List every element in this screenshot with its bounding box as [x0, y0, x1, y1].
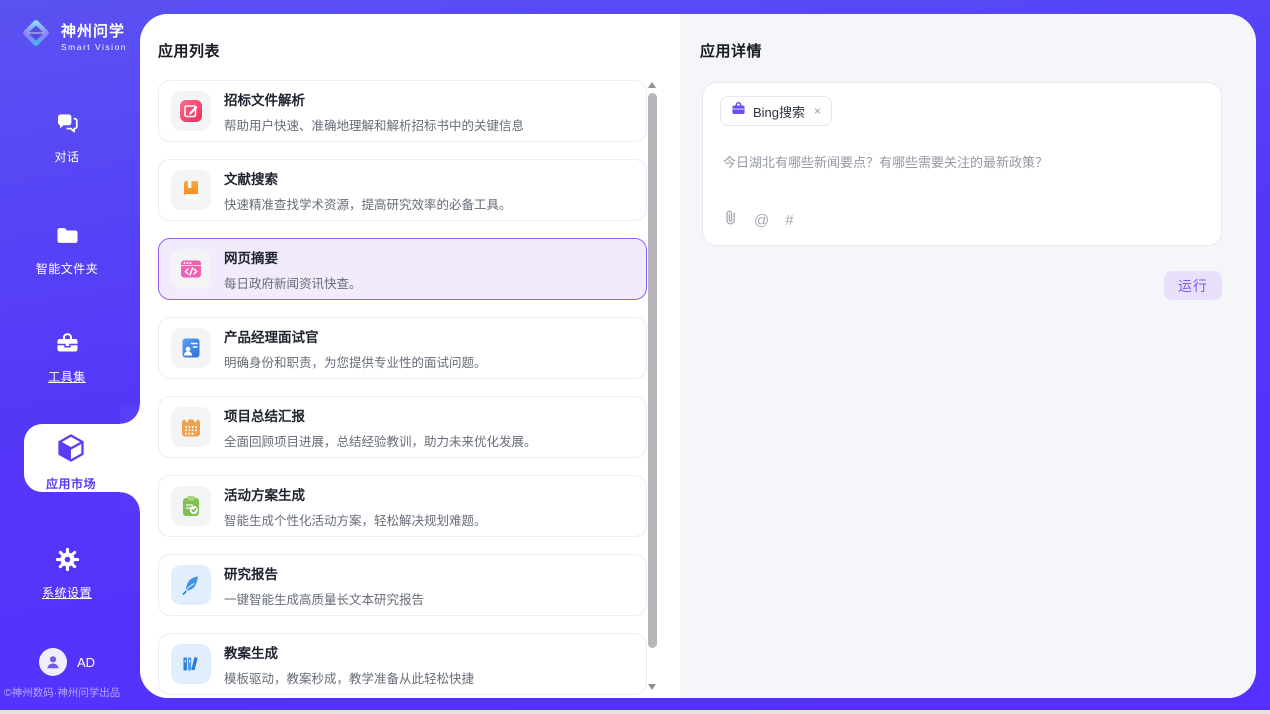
prompt-text[interactable]: 今日湖北有哪些新闻要点？有哪些需要关注的最新政策？ [723, 152, 1201, 171]
brand-tagline: Smart Vision [61, 42, 127, 52]
app-card-event-plan[interactable]: 活动方案生成 智能生成个性化活动方案，轻松解决规划难题。 [158, 475, 647, 537]
paperclip-icon[interactable] [723, 209, 738, 231]
sidebar-item-label: 智能文件夹 [36, 260, 99, 277]
app-list-panel: 应用列表 招标文件解析 帮助用户快速、准确地 [140, 14, 680, 698]
brand-name: 神州问学 [61, 20, 127, 41]
cube-icon [55, 432, 87, 469]
app-card-desc: 全面回顾项目进展，总结经验教训，助力未来优化发展。 [224, 431, 537, 450]
clipboard-check-icon [171, 486, 211, 526]
avatar [39, 648, 67, 676]
sidebar-item-toolset[interactable]: 工具集 [0, 330, 134, 385]
sidebar-item-label: 对话 [54, 148, 79, 165]
scrollbar-thumb[interactable] [648, 93, 657, 648]
app-card-pm-interviewer[interactable]: 产品经理面试官 明确身份和职责，为您提供专业性的面试问题。 [158, 317, 647, 379]
user-account[interactable]: AD [39, 648, 95, 676]
doc-edit-icon [171, 91, 211, 131]
app-card-title: 网页摘要 [224, 247, 362, 267]
hash-icon[interactable]: # [785, 213, 793, 228]
attachment-toolbar: @ # [723, 209, 794, 231]
quill-icon [171, 565, 211, 605]
app-card-literature-search[interactable]: 文献搜索 快速精准查找学术资源，提高研究效率的必备工具。 [158, 159, 647, 221]
sidebar-item-settings[interactable]: 系统设置 [0, 546, 134, 601]
app-card-title: 项目总结汇报 [224, 405, 537, 425]
app-card-desc: 帮助用户快速、准确地理解和解析招标书中的关键信息 [224, 115, 524, 134]
app-card-title: 教案生成 [224, 642, 474, 662]
close-icon[interactable]: × [814, 104, 821, 118]
app-card-research-report[interactable]: 研究报告 一键智能生成高质量长文本研究报告 [158, 554, 647, 616]
app-card-desc: 每日政府新闻资讯快查。 [224, 273, 362, 292]
app-list-title: 应用列表 [158, 40, 220, 61]
chat-icon [54, 110, 81, 142]
tool-tag-label: Bing搜索 [753, 102, 805, 121]
run-button[interactable]: 运行 [1164, 271, 1222, 300]
app-card-title: 文献搜索 [224, 168, 512, 188]
app-card-web-summary[interactable]: 网页摘要 每日政府新闻资讯快查。 [158, 238, 647, 300]
app-card-list: 招标文件解析 帮助用户快速、准确地理解和解析招标书中的关键信息 [158, 80, 647, 698]
sidebar-item-label: 系统设置 [42, 584, 92, 601]
pill-fillet-bottom [120, 492, 140, 512]
book-icon [171, 170, 211, 210]
prompt-card[interactable]: Bing搜索 × 今日湖北有哪些新闻要点？有哪些需要关注的最新政策？ @ # [702, 82, 1222, 246]
app-card-bid-parse[interactable]: 招标文件解析 帮助用户快速、准确地理解和解析招标书中的关键信息 [158, 80, 647, 142]
scroll-up-arrow-icon[interactable] [648, 82, 656, 88]
user-initials: AD [77, 655, 95, 670]
sidebar-item-label: 应用市场 [46, 475, 96, 492]
interview-icon [171, 328, 211, 368]
app-card-title: 活动方案生成 [224, 484, 487, 504]
app-card-desc: 模板驱动，教案秒成，教学准备从此轻松快捷 [224, 668, 474, 687]
app-card-desc: 明确身份和职责，为您提供专业性的面试问题。 [224, 352, 487, 371]
sidebar-item-smart-folder[interactable]: 智能文件夹 [0, 222, 134, 277]
pill-fillet-top [120, 404, 140, 424]
gear-icon [54, 546, 81, 578]
books-icon [171, 644, 211, 684]
brand-logo: 神州问学 Smart Vision [18, 15, 127, 56]
toolbox-icon [54, 330, 81, 362]
sidebar-item-chat[interactable]: 对话 [0, 110, 134, 165]
scroll-down-arrow-icon[interactable] [648, 684, 656, 690]
app-card-project-report[interactable]: 项目总结汇报 全面回顾项目进展，总结经验教训，助力未来优化发展。 [158, 396, 647, 458]
app-list-scrollbar[interactable] [648, 80, 657, 692]
main-content: 应用列表 招标文件解析 帮助用户快速、准确地 [140, 14, 1256, 698]
app-card-desc: 快速精准查找学术资源，提高研究效率的必备工具。 [224, 194, 512, 213]
app-frame: 神州问学 Smart Vision 对话 智能文件夹 [0, 0, 1270, 710]
app-card-desc: 智能生成个性化活动方案，轻松解决规划难题。 [224, 510, 487, 529]
calendar-icon [171, 407, 211, 447]
app-card-lesson-plan[interactable]: 教案生成 模板驱动，教案秒成，教学准备从此轻松快捷 [158, 633, 647, 695]
app-card-title: 招标文件解析 [224, 89, 524, 109]
sidebar-item-label: 工具集 [48, 368, 86, 385]
mention-icon[interactable]: @ [754, 213, 769, 228]
briefcase-icon [731, 101, 746, 121]
diamond-logo-icon [18, 15, 54, 56]
app-card-title: 产品经理面试官 [224, 326, 487, 346]
tool-tag-bing-search[interactable]: Bing搜索 × [720, 96, 832, 126]
app-card-desc: 一键智能生成高质量长文本研究报告 [224, 589, 424, 608]
app-detail-title: 应用详情 [700, 40, 762, 61]
app-card-title: 研究报告 [224, 563, 424, 583]
sidebar-item-app-market[interactable]: 应用市场 [4, 432, 138, 492]
sidebar: 神州问学 Smart Vision 对话 智能文件夹 [0, 0, 140, 710]
browser-code-icon [171, 249, 211, 289]
copyright-text: ©神州数码·神州问学出品 [4, 685, 140, 700]
folder-icon [54, 222, 81, 254]
app-detail-panel: 应用详情 Bing搜索 × 今日湖北有哪些新闻要点？有哪些需要关注的最新政策？ [680, 14, 1256, 698]
